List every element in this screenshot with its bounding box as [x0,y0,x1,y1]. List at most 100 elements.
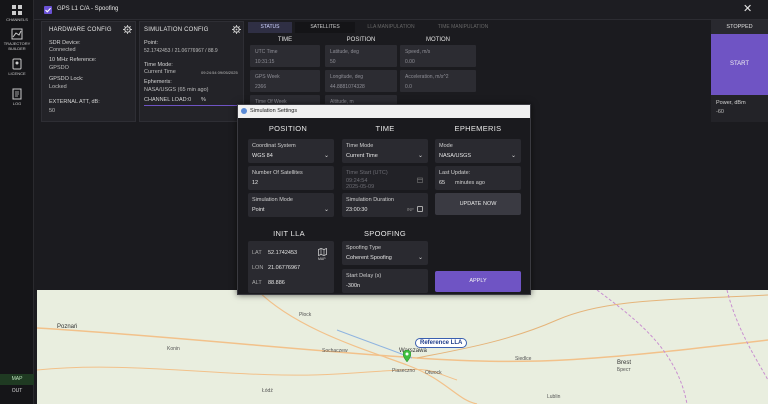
map-city-label: Otwock [425,370,442,376]
power-panel: Power, dBm -60 [711,95,768,122]
field-value: Point [252,207,265,213]
lat-value: 50 [330,59,336,65]
map-route-icon [11,28,23,40]
time-mode-label: Time Mode: [144,62,173,68]
spoofing-type-select[interactable]: Spoofing Type Coherent Spoofing ⌄ [342,241,428,265]
time-mode-select[interactable]: Time Mode Current Time ⌄ [342,139,428,163]
coord-system-select[interactable]: Coordinat System WGS 84 ⌄ [248,139,334,163]
field-label: Number Of Satellites [252,170,303,176]
field-label: Spoofing Type [346,245,382,251]
map-city-label: Брест [617,367,631,373]
simulation-settings-dialog: Simulation Settings POSITION Coordinat S… [237,104,531,295]
time-header: TIME [375,124,395,133]
reference-label: 10 MHz Reference: [49,57,97,63]
sidebar-item-trajectory-builder[interactable]: TRAJECTORY BUILDER [0,28,34,51]
map-view[interactable]: Poznań Warszawa Brest Брест Siedlce Płoc… [37,290,768,404]
checkmark-icon [45,7,52,13]
close-icon[interactable]: ✕ [743,2,752,15]
lat-value[interactable]: 52.1742453 [268,250,297,256]
map-city-label: Łódź [262,388,273,394]
apply-button[interactable]: APPLY [435,271,521,292]
alt-label: ALT [252,280,262,286]
status-lat-cell: Latitude, deg 50 [325,45,397,67]
start-button[interactable]: START [711,34,768,95]
field-label: Simulation Mode [252,197,293,203]
sidebar-item-channels[interactable]: CHANNELS [0,4,34,22]
gear-icon[interactable] [123,25,132,34]
tab-lla-manipulation[interactable]: LLA MANIPULATION [358,22,424,33]
sidebar-item-label: CHANNELS [6,17,28,22]
map-label: MAP [318,257,326,261]
map-marker-icon[interactable] [403,350,411,362]
init-lla-box: LAT 52.1742453 LON 21.06776967 ALT 88.88… [248,241,334,293]
field-label: Coordinat System [252,143,296,149]
sidebar-out-button[interactable]: OUT [0,386,34,397]
field-value: 12 [252,180,259,186]
lat-label: Latitude, deg [330,49,359,55]
ephemeris-label: Ephemeris: [144,79,172,85]
last-update-field: Last Update: 65 minutes ago [435,166,521,190]
sdr-device-label: SDR Device: [49,40,81,46]
start-date-value: 2025-05-09 [346,184,375,190]
tab-time-manipulation[interactable]: TIME MANIPULATION [426,22,500,33]
sidebar-item-log[interactable]: LOG [0,88,34,106]
acc-value: 0.0 [405,84,412,90]
calendar-icon[interactable] [417,177,423,183]
sidebar-item-label: LOG [12,101,22,106]
duration-input[interactable]: Simulation Duration 23:00:30 INF [342,193,428,217]
map-icon[interactable] [318,248,327,256]
lon-label: Longitude, deg [330,74,364,80]
point-value: 52.1742453 / 21.06776967 / 88.9 [144,48,218,54]
external-att-label: EXTERNAL ATT, dB: [49,99,100,105]
status-header-motion: MOTION [426,37,450,43]
inf-checkbox[interactable] [417,206,423,212]
power-label: Power, dBm [716,100,746,106]
chevron-down-icon: ⌄ [510,153,516,159]
lon-value[interactable]: 21.06776967 [268,265,300,271]
app-icon [241,108,247,114]
sidebar-item-label: LICENCE [8,71,26,76]
speed-value: 0.00 [405,59,415,65]
sidebar: CHANNELS TRAJECTORY BUILDER LICENCE LOG … [0,0,34,404]
update-now-button[interactable]: UPDATE NOW [435,193,521,215]
field-value: -300n [346,283,361,289]
simulation-mode-select[interactable]: Simulation Mode Point ⌄ [248,193,334,217]
field-label: Mode [439,143,453,149]
channel-enabled-checkbox[interactable] [44,6,52,14]
panel-title: HARDWARE CONFIG [49,27,112,33]
sidebar-item-licence[interactable]: LICENCE [0,58,34,76]
status-speed-cell: Speed, m/s 0.00 [400,45,476,67]
time-start-input[interactable]: Time Start (UTC) 09:24:54 2025-05-09 [342,166,428,190]
chevron-down-icon: ⌄ [417,153,423,159]
field-value: NASA/USGS [439,153,472,159]
tab-satellites[interactable]: SATELLITES [295,22,355,33]
acc-label: Acceleration, m/s^2 [405,74,449,80]
ephemeris-mode-select[interactable]: Mode NASA/USGS ⌄ [435,139,521,163]
status-header-time: TIME [277,37,293,43]
field-value: Coherent Spoofing [346,255,392,261]
gear-icon[interactable] [232,25,241,34]
lon-value: 44.8881074328 [330,84,365,90]
power-value: -60 [716,109,724,115]
reference-lla-label: Reference LLA [415,338,468,348]
status-acc-cell: Acceleration, m/s^2 0.0 [400,70,476,92]
map-city-label: Sochaczew [322,348,348,354]
tab-status[interactable]: STATUS [248,22,292,33]
hardware-config-panel: HARDWARE CONFIG SDR Device: Connected 10… [41,21,136,122]
start-delay-input[interactable]: Start Delay (s) -300n [342,269,428,293]
field-label: Time Mode [346,143,374,149]
satellites-input[interactable]: Number Of Satellites 12 [248,166,334,190]
gpsdo-lock-value: Locked [49,84,67,90]
update-suffix: minutes ago [455,180,485,186]
time-stamp: 09:24:54 09/05/2025 [201,70,238,75]
map-city-label: Lublin [547,394,561,400]
channel-load-label: CHANNEL LOAD:0 [144,97,192,103]
grid-icon [12,5,22,15]
ephemeris-header: EPHEMERIS [454,124,502,133]
field-label: Time Start (UTC) [346,170,388,176]
status-week-cell: GPS Week 2366 [250,70,320,92]
init-lla-header: INIT LLA [273,229,305,238]
alt-value[interactable]: 88.886 [268,280,285,286]
simulation-config-panel: SIMULATION CONFIG Point: 52.1742453 / 21… [139,21,244,122]
sidebar-map-button[interactable]: MAP [0,374,34,385]
